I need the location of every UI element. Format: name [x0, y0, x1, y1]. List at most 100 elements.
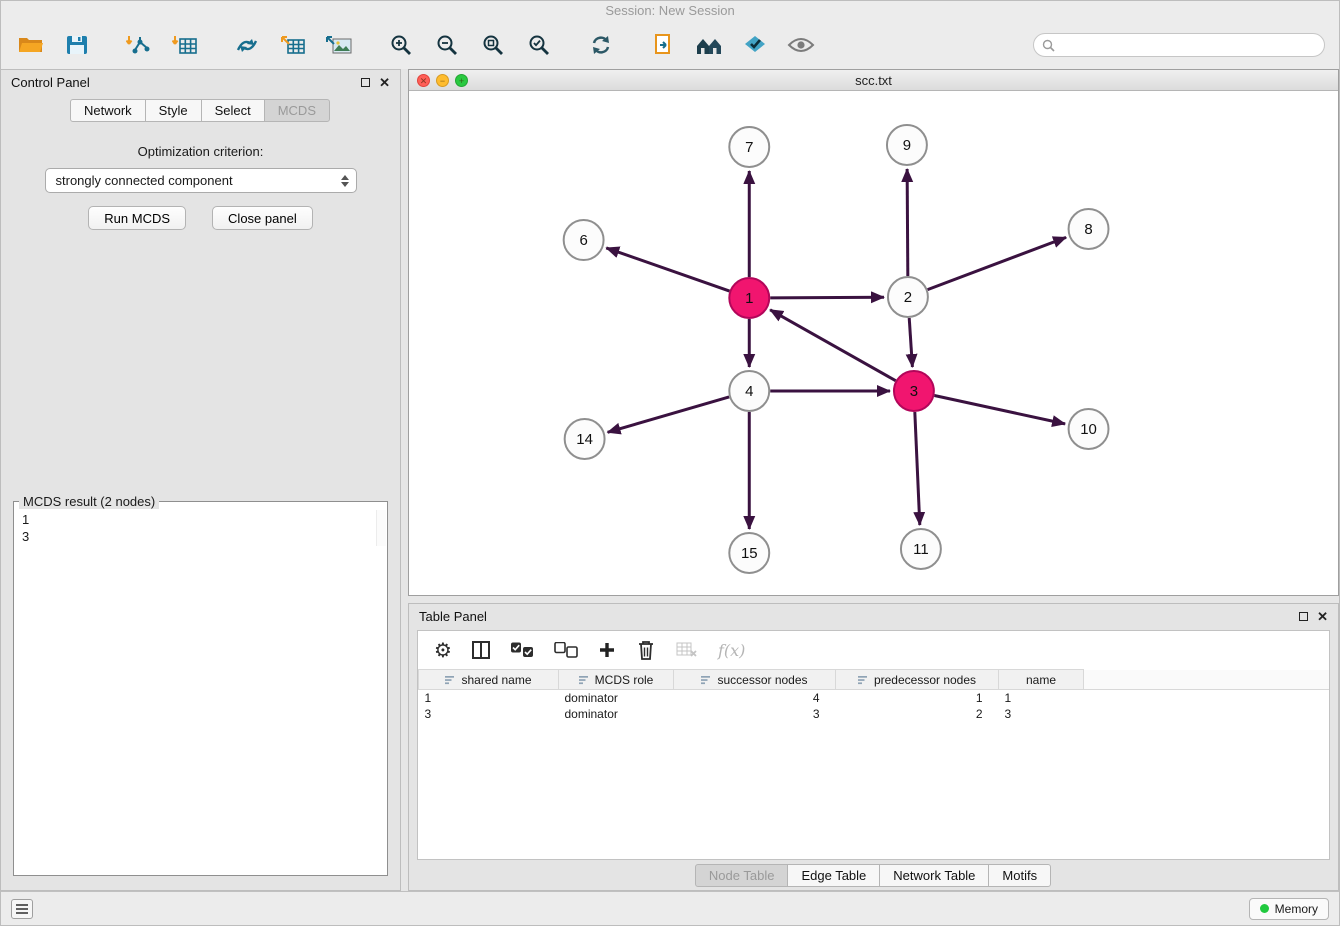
memory-button[interactable]: Memory: [1249, 898, 1329, 920]
select-all-icon[interactable]: [510, 642, 534, 658]
graph-node-10[interactable]: 10: [1069, 409, 1109, 449]
minimize-window-icon[interactable]: −: [436, 74, 449, 87]
delete-column-icon[interactable]: [636, 639, 656, 661]
result-scrollbar[interactable]: [376, 510, 386, 546]
edge-2-9[interactable]: [907, 169, 908, 276]
cell-shared-name[interactable]: 3: [419, 706, 559, 722]
table-panel-title: Table Panel: [419, 609, 487, 624]
vertical-splitter[interactable]: [401, 69, 408, 891]
optimization-criterion-select[interactable]: strongly connected component: [45, 168, 357, 193]
graph-node-9[interactable]: 9: [887, 125, 927, 165]
export-network-icon[interactable]: [231, 29, 263, 61]
refresh-icon[interactable]: [585, 29, 617, 61]
edge-1-2[interactable]: [770, 297, 884, 298]
close-window-icon[interactable]: ✕: [417, 74, 430, 87]
cell-predecessor-nodes[interactable]: 2: [836, 706, 999, 722]
table-row[interactable]: 3 dominator 3 2 3: [419, 706, 1330, 722]
cell-filler: [1084, 690, 1330, 706]
edge-4-14[interactable]: [608, 397, 730, 432]
float-table-panel-icon[interactable]: [1299, 612, 1308, 621]
graph-node-15[interactable]: 15: [729, 533, 769, 573]
cell-shared-name[interactable]: 1: [419, 690, 559, 706]
cell-predecessor-nodes[interactable]: 1: [836, 690, 999, 706]
cell-name[interactable]: 1: [999, 690, 1084, 706]
tab-node-table[interactable]: Node Table: [695, 864, 789, 887]
cell-successor-nodes[interactable]: 4: [674, 690, 836, 706]
edge-3-10[interactable]: [934, 396, 1065, 424]
graph-node-2[interactable]: 2: [888, 277, 928, 317]
zoom-selected-icon[interactable]: [523, 29, 555, 61]
graph-node-1[interactable]: 1: [729, 278, 769, 318]
graph-node-14[interactable]: 14: [565, 419, 605, 459]
edge-1-6[interactable]: [606, 248, 729, 291]
zoom-out-icon[interactable]: [431, 29, 463, 61]
mcds-result-list: 1 3: [14, 509, 387, 547]
tab-mcds[interactable]: MCDS: [264, 99, 330, 122]
node-label: 2: [904, 289, 912, 306]
edge-3-1[interactable]: [770, 310, 896, 381]
cell-name[interactable]: 3: [999, 706, 1084, 722]
tab-style[interactable]: Style: [145, 99, 202, 122]
deselect-all-icon[interactable]: [554, 642, 578, 658]
horizontal-splitter[interactable]: [408, 596, 1339, 603]
add-column-icon[interactable]: [598, 641, 616, 659]
node-label: 10: [1080, 421, 1097, 438]
edge-2-3[interactable]: [909, 318, 912, 367]
column-label: MCDS role: [595, 673, 654, 687]
network-canvas[interactable]: 7 9 6 8 1 2 4 3 14 10 15 11: [409, 91, 1338, 595]
graph-node-11[interactable]: 11: [901, 529, 941, 569]
cell-mcds-role[interactable]: dominator: [559, 706, 674, 722]
search-input[interactable]: [1060, 38, 1316, 52]
apply-style-icon[interactable]: [739, 29, 771, 61]
tab-motifs[interactable]: Motifs: [988, 864, 1051, 887]
status-bar: Memory: [1, 891, 1339, 925]
cell-successor-nodes[interactable]: 3: [674, 706, 836, 722]
table-settings-icon[interactable]: ⚙: [434, 640, 452, 660]
tab-select[interactable]: Select: [201, 99, 265, 122]
show-hide-icon[interactable]: [785, 29, 817, 61]
graph-node-4[interactable]: 4: [729, 371, 769, 411]
new-network-from-selection-icon[interactable]: [647, 29, 679, 61]
column-chooser-icon[interactable]: [472, 641, 490, 659]
import-table-icon[interactable]: [169, 29, 201, 61]
zoom-in-icon[interactable]: [385, 29, 417, 61]
column-header-shared-name[interactable]: shared name: [419, 670, 559, 690]
run-mcds-button[interactable]: Run MCDS: [88, 206, 186, 230]
export-table-icon[interactable]: [277, 29, 309, 61]
column-header-successor-nodes[interactable]: successor nodes: [674, 670, 836, 690]
network-graph[interactable]: 7 9 6 8 1 2 4 3 14 10 15 11: [409, 91, 1338, 595]
main-area: Control Panel ✕ Network Style Select MCD…: [1, 69, 1339, 891]
import-network-icon[interactable]: [123, 29, 155, 61]
zoom-window-icon[interactable]: +: [455, 74, 468, 87]
cell-mcds-role[interactable]: dominator: [559, 690, 674, 706]
graph-node-3[interactable]: 3: [894, 371, 934, 411]
column-header-mcds-role[interactable]: MCDS role: [559, 670, 674, 690]
task-history-icon[interactable]: [11, 899, 33, 919]
select-stepper-icon: [341, 175, 349, 187]
table-panel-tabs: Node Table Edge Table Network Table Moti…: [409, 860, 1338, 890]
network-overview-icon[interactable]: [693, 29, 725, 61]
graph-node-6[interactable]: 6: [564, 220, 604, 260]
export-image-icon[interactable]: [323, 29, 355, 61]
zoom-fit-icon[interactable]: [477, 29, 509, 61]
column-header-name[interactable]: name: [999, 670, 1084, 690]
close-panel-button[interactable]: Close panel: [212, 206, 313, 230]
save-session-icon[interactable]: [61, 29, 93, 61]
refresh-group: [585, 29, 617, 61]
column-label: predecessor nodes: [874, 673, 976, 687]
column-header-predecessor-nodes[interactable]: predecessor nodes: [836, 670, 999, 690]
tab-edge-table[interactable]: Edge Table: [787, 864, 880, 887]
edge-3-11[interactable]: [915, 412, 920, 525]
graph-node-7[interactable]: 7: [729, 127, 769, 167]
close-table-panel-icon[interactable]: ✕: [1317, 612, 1328, 622]
tab-network-table[interactable]: Network Table: [879, 864, 989, 887]
control-panel-tabs: Network Style Select MCDS: [1, 99, 400, 122]
nodes-layer: 7 9 6 8 1 2 4 3 14 10 15 11: [564, 125, 1109, 573]
open-session-icon[interactable]: [15, 29, 47, 61]
edge-2-8[interactable]: [928, 237, 1067, 289]
float-panel-icon[interactable]: [361, 78, 370, 87]
close-panel-icon[interactable]: ✕: [379, 78, 390, 88]
tab-network[interactable]: Network: [70, 99, 146, 122]
graph-node-8[interactable]: 8: [1069, 209, 1109, 249]
table-row[interactable]: 1 dominator 4 1 1: [419, 690, 1330, 706]
